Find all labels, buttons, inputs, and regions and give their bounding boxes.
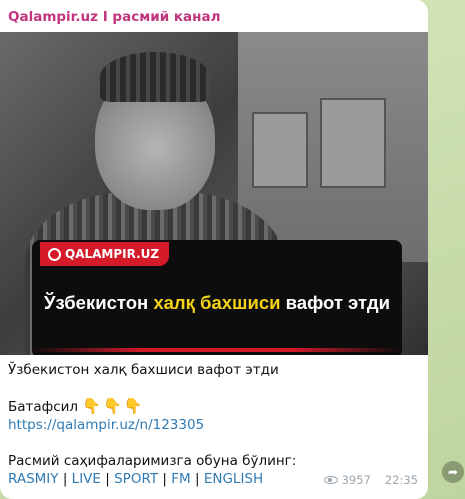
banner-accent-line [32, 348, 402, 352]
channel-name[interactable]: Qalampir.uz I расмий канал [8, 9, 220, 25]
channel-post: Qalampir.uz I расмий канал QALAMPIR.UZ Ў… [0, 0, 428, 499]
message-title: Ўзбекистон халқ бахшиси вафот этди [8, 362, 279, 378]
share-button[interactable]: ➦ [442, 461, 464, 483]
qalampir-logo: QALAMPIR.UZ [40, 242, 170, 266]
book-cover [320, 98, 386, 188]
social-link-sport[interactable]: SPORT [114, 471, 158, 487]
link-separator: | [62, 471, 68, 487]
banner-headline: Ўзбекистон халқ бахшиси вафот этди [32, 292, 402, 314]
more-line: Батафсил 👇👇👇 [8, 397, 418, 416]
social-link-rasmiy[interactable]: RASMIY [8, 471, 59, 487]
book-cover [252, 112, 308, 188]
link-separator: | [105, 471, 110, 487]
link-separator: | [194, 471, 200, 487]
message-meta: 3957 22:35 [323, 473, 418, 487]
logo-mark-icon [48, 247, 61, 261]
post-photo[interactable]: QALAMPIR.UZ Ўзбекистон халқ бахшиси вафо… [0, 32, 428, 355]
person-hat [100, 52, 210, 102]
more-label: Батафсил [8, 399, 79, 415]
headline-highlight: халқ бахшиси [153, 292, 281, 313]
view-count: 3957 [341, 473, 371, 487]
social-link-english[interactable]: ENGLISH [204, 471, 263, 487]
headline-banner: QALAMPIR.UZ Ўзбекистон халқ бахшиси вафо… [32, 240, 402, 355]
share-icon: ➦ [447, 465, 459, 479]
link-separator: | [162, 471, 167, 487]
social-link-fm[interactable]: FM [171, 471, 190, 487]
logo-text: QALAMPIR.UZ [65, 247, 160, 261]
article-link[interactable]: https://qalampir.uz/n/123305 [8, 417, 204, 433]
message-time: 22:35 [384, 473, 418, 487]
subscribe-label: Расмий саҳифаларимизга обуна бўлинг: [8, 453, 297, 469]
social-link-live[interactable]: LIVE [72, 471, 101, 487]
pointing-down-icon: 👇👇👇 [82, 397, 145, 415]
eye-icon [323, 476, 338, 484]
headline-part: Ўзбекистон [44, 292, 154, 313]
headline-part: вафот этди [280, 292, 390, 313]
message-text: Ўзбекистон халқ бахшиси вафот этди Батаф… [8, 361, 418, 488]
